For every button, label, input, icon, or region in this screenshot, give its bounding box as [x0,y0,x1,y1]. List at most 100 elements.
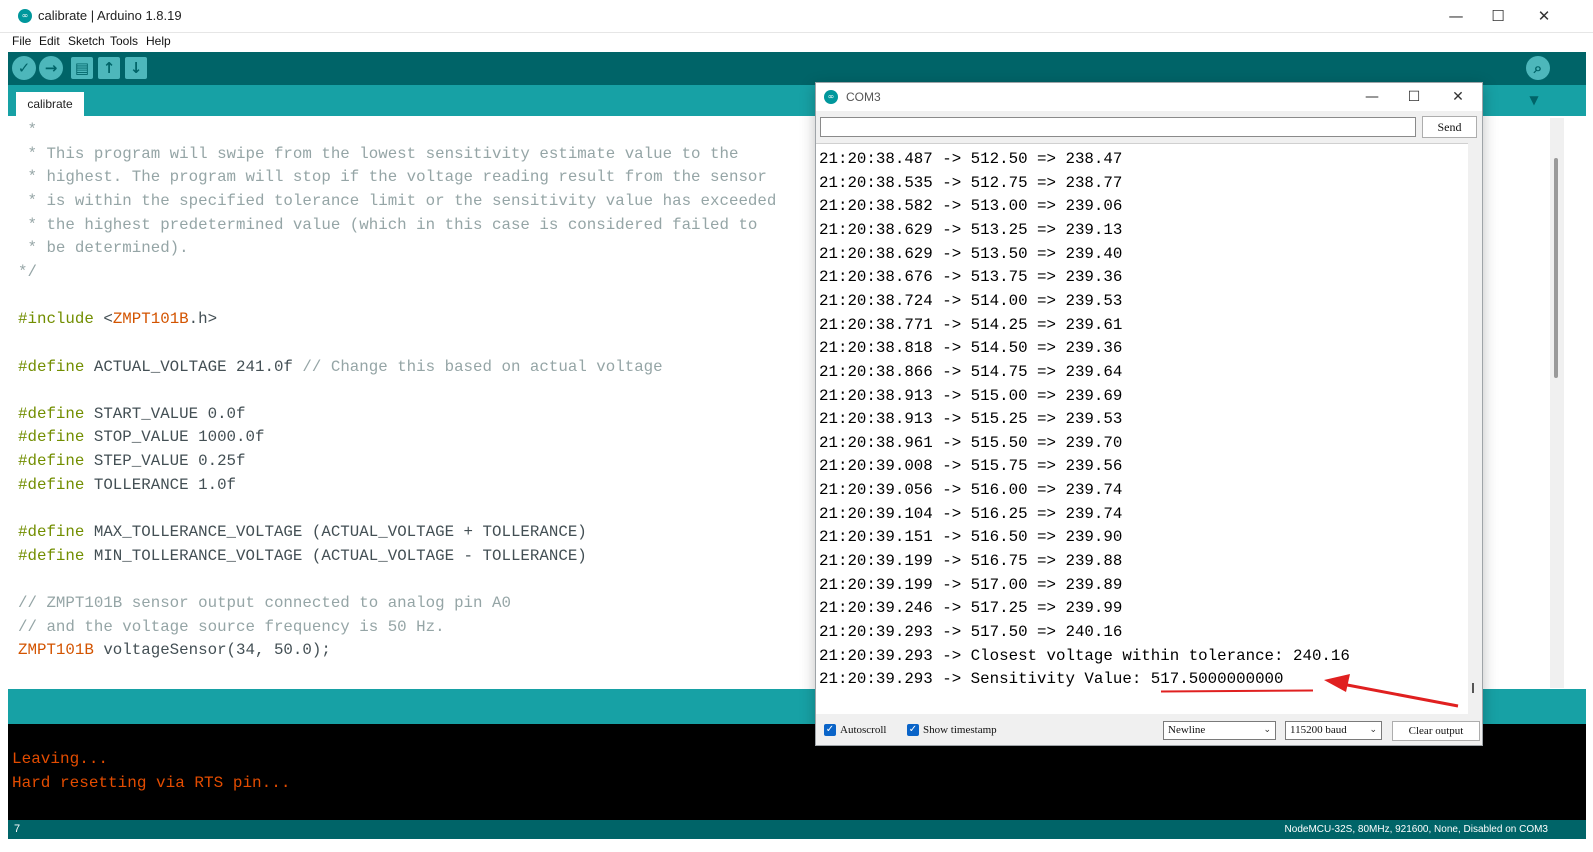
serial-scrollbar-thumb[interactable] [1472,683,1474,693]
open-sketch-button[interactable]: ↑ [98,57,120,79]
code-line: * the highest predetermined value (which… [18,213,757,237]
code-token: // Change this based on actual voltage [302,357,663,376]
serial-minimize-button[interactable]: — [1350,83,1394,111]
send-button[interactable]: Send [1422,116,1477,138]
annotation-arrow-shaft [1341,682,1459,708]
serial-line: 21:20:38.961 -> 515.50 => 239.70 [819,433,1123,452]
serial-line: 21:20:38.629 -> 513.25 => 239.13 [819,220,1123,239]
serial-title-bar: ∞ COM3 — ☐ ✕ [816,83,1482,111]
code-token: #include [18,310,94,329]
code-line: #define STEP_VALUE 0.25f [18,449,246,473]
serial-line: 21:20:39.104 -> 516.25 => 239.74 [819,504,1123,523]
window-left-edge [0,52,8,852]
code-token: ZMPT101B [112,310,189,329]
serial-line: 21:20:38.629 -> 513.50 => 239.40 [819,244,1123,263]
code-token: START_VALUE 0.0f [84,404,246,423]
close-button[interactable]: ✕ [1521,0,1567,32]
code-token: < [93,310,113,329]
arduino-logo-icon: ∞ [18,9,32,23]
console-line: Hard resetting via RTS pin... [12,774,291,792]
new-sketch-button[interactable]: ▤ [71,57,93,79]
code-token: TOLLERANCE 1.0f [84,475,237,494]
serial-monitor-button[interactable]: ⌕ [1526,56,1550,80]
save-sketch-button[interactable]: ↓ [125,57,147,79]
annotation-arrow-head [1324,674,1350,692]
code-token: ZMPT101B [18,641,94,660]
serial-scrollbar[interactable] [1468,143,1481,713]
line-ending-value: Newline [1168,724,1206,736]
code-token: #define [18,404,85,423]
minimize-button[interactable]: — [1433,0,1479,32]
verify-button[interactable]: ✓ [12,56,36,80]
serial-line: 21:20:38.724 -> 514.00 => 239.53 [819,291,1123,310]
code-token: #define [18,357,85,376]
line-ending-select[interactable]: Newline ⌄ [1163,721,1276,740]
code-line: */ [18,260,37,284]
serial-output: 21:20:38.487 -> 512.50 => 238.47 21:20:38… [816,143,1468,714]
menu-file[interactable]: File [12,34,31,48]
tab-menu-icon[interactable]: ▼ [1525,92,1543,108]
menu-edit[interactable]: Edit [39,34,60,48]
code-token: * be determined). [18,239,189,258]
serial-line: 21:20:38.535 -> 512.75 => 238.77 [819,173,1123,192]
menu-help[interactable]: Help [146,34,171,48]
serial-line: 21:20:39.199 -> 517.00 => 239.89 [819,575,1123,594]
code-token: // and the voltage source frequency is 5… [18,617,445,636]
menu-tools[interactable]: Tools [110,34,138,48]
board-info: NodeMCU-32S, 80MHz, 921600, None, Disabl… [1284,824,1548,835]
code-line: // and the voltage source frequency is 5… [18,615,445,639]
serial-line: 21:20:39.199 -> 516.75 => 239.88 [819,552,1123,571]
serial-line: 21:20:38.818 -> 514.50 => 239.36 [819,339,1123,358]
code-token: // ZMPT101B sensor output connected to a… [18,594,511,612]
bottom-status-bar: 7 NodeMCU-32S, 80MHz, 921600, None, Disa… [8,820,1586,839]
arduino-logo-icon: ∞ [824,90,838,104]
code-token: .h> [188,310,218,329]
serial-line: 21:20:38.913 -> 515.25 => 239.53 [819,410,1123,429]
maximize-button[interactable]: ☐ [1475,0,1521,32]
chevron-down-icon: ⌄ [1369,725,1377,735]
code-token: #define [18,523,85,542]
serial-line: 21:20:38.582 -> 513.00 => 239.06 [819,197,1123,216]
menu-bar: File Edit Sketch Tools Help [0,33,1593,51]
clear-output-button[interactable]: Clear output [1392,721,1480,741]
serial-line: 21:20:39.246 -> 517.25 => 239.99 [819,599,1123,618]
serial-line: 21:20:39.293 -> Sensitivity Value: 517.5… [819,670,1284,689]
autoscroll-checkbox[interactable]: ✓ [824,724,836,736]
editor-scrollbar[interactable] [1550,118,1564,688]
code-token: #define [18,475,85,494]
upload-button[interactable]: → [39,56,63,80]
show-timestamp-checkbox[interactable]: ✓ [907,724,919,736]
tab-calibrate[interactable]: calibrate [16,92,84,116]
code-line: #define START_VALUE 0.0f [18,402,246,426]
title-bar: ∞ calibrate | Arduino 1.8.19 — ☐ ✕ [0,0,1593,33]
autoscroll-label: Autoscroll [840,724,887,736]
code-token: * highest. The program will stop if the … [18,168,767,187]
code-token: #define [18,546,85,565]
console-line: Leaving... [12,750,109,768]
code-line: * is within the specified tolerance limi… [18,189,776,213]
baud-rate-select[interactable]: 115200 baud ⌄ [1285,721,1382,740]
serial-line: 21:20:38.487 -> 512.50 => 238.47 [819,150,1123,168]
code-line: // ZMPT101B sensor output connected to a… [18,591,511,615]
code-token: voltageSensor(34, 50.0); [93,641,331,660]
code-token: STOP_VALUE 1000.0f [84,428,265,447]
code-line: #define MAX_TOLLERANCE_VOLTAGE (ACTUAL_V… [18,520,587,544]
code-token: * is within the specified tolerance limi… [18,191,777,210]
code-line: #define ACTUAL_VOLTAGE 241.0f // Change … [18,355,663,379]
menu-sketch[interactable]: Sketch [68,34,105,48]
serial-line: 21:20:38.866 -> 514.75 => 239.64 [819,362,1123,381]
code-token: #define [18,452,85,471]
code-line: #include <ZMPT101B.h> [18,307,217,331]
code-line: #define MIN_TOLLERANCE_VOLTAGE (ACTUAL_V… [18,544,587,568]
code-token: * [18,121,37,139]
annotation-arrow-icon [1324,674,1459,708]
serial-line: 21:20:39.293 -> 517.50 => 240.16 [819,623,1123,641]
serial-line: 21:20:38.771 -> 514.25 => 239.61 [819,315,1123,334]
serial-input[interactable] [820,117,1416,137]
serial-close-button[interactable]: ✕ [1436,83,1480,111]
serial-line: 21:20:38.913 -> 515.00 => 239.69 [819,386,1123,405]
editor-scrollbar-thumb[interactable] [1554,158,1558,378]
code-line: * This program will swipe from the lowes… [18,142,738,166]
serial-maximize-button[interactable]: ☐ [1392,83,1436,111]
baud-rate-value: 115200 baud [1290,724,1347,736]
